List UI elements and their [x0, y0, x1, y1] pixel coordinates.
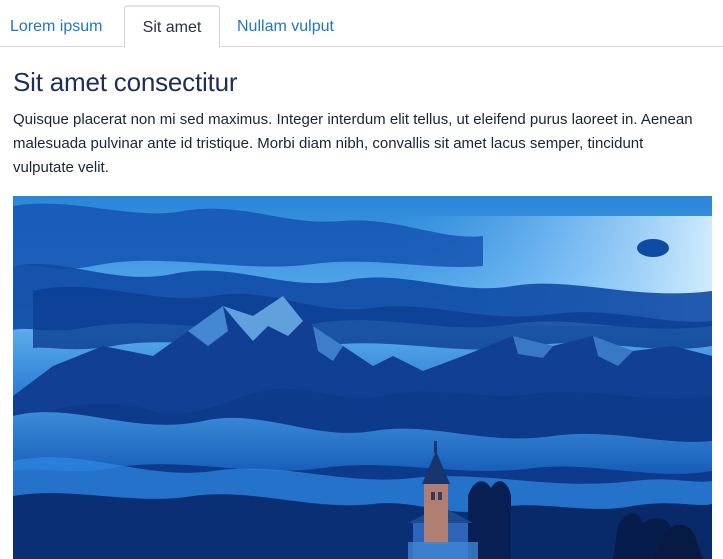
- tab-lorem-ipsum[interactable]: Lorem ipsum: [10, 0, 102, 47]
- panel-heading: Sit amet consectitur: [13, 67, 238, 97]
- tab-panel: Sit amet consectitur Quisque placerat no…: [13, 62, 713, 180]
- landscape-image: [13, 196, 712, 559]
- tab-nullam-vulput[interactable]: Nullam vulput: [237, 0, 334, 47]
- tab-bar: Lorem ipsum Sit amet Nullam vulput: [0, 0, 723, 48]
- panel-body-text: Quisque placerat non mi sed maximus. Int…: [13, 111, 693, 176]
- tab-sit-amet[interactable]: Sit amet: [124, 5, 220, 48]
